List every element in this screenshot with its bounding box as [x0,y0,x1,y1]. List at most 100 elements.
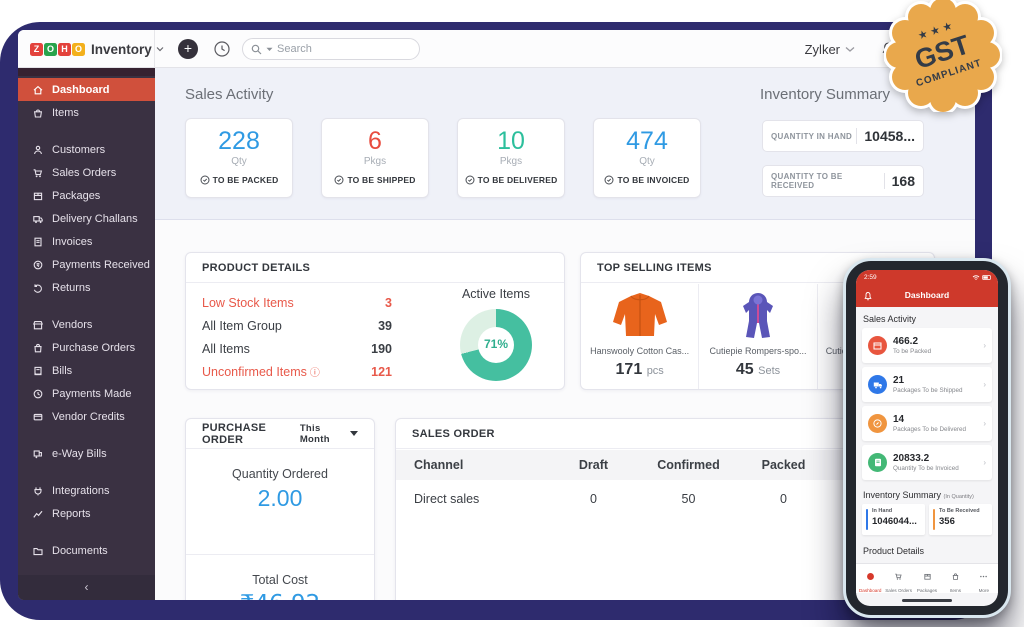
phone-metric-value: 466.2 [893,336,931,347]
sidebar-item-vendors[interactable]: Vendors [18,313,155,336]
pd-label: All Items [202,342,250,356]
sidebar-item-bills[interactable]: Bills [18,359,155,382]
dropdown-triangle-icon [350,431,358,436]
sidebar-item-label: Sales Orders [52,167,116,179]
phone-tab-items[interactable]: Items [941,564,969,593]
to-be-shipped-card[interactable]: 6 Pkgs TO BE SHIPPED [321,118,429,198]
status-circle-icon [465,175,475,185]
sidebar-item-label: Returns [52,282,91,294]
recent-history-icon[interactable] [212,39,232,59]
top-selling-item[interactable]: Hanswooly Cotton Cas... 171 pcs [581,284,699,390]
cell-draft: 0 [546,492,641,506]
sidebar-item-dashboard[interactable]: Dashboard [18,78,155,101]
compass-icon [868,414,887,433]
sidebar-item-vendor-credits[interactable]: Vendor Credits [18,405,155,428]
all-items-row[interactable]: All Items 190 [202,337,392,360]
phone-status-icons [972,274,992,280]
inv-label: QUANTITY TO BE RECEIVED [771,172,884,190]
logo-letter: O [72,43,85,56]
quick-create-button[interactable]: + [178,39,198,59]
phone-to-be-invoiced-card[interactable]: 20833.2Quantity To be Invoiced › [862,445,992,480]
col-confirmed: Confirmed [641,458,736,472]
mobile-phone-mockup: 2:59 Dashboard Sales Activity 466.2To be… [843,258,1011,618]
col-channel: Channel [396,458,546,472]
sidebar-item-label: Payments Made [52,388,131,400]
inv-value: 168 [884,173,915,189]
top-selling-item[interactable]: Cutiepie Rompers-spo... 45 Sets [699,284,817,390]
metric-value: 6 [322,127,428,156]
sidebar-item-label: Vendor Credits [52,411,125,423]
sidebar-item-purchase-orders[interactable]: Purchase Orders [18,336,155,359]
low-stock-items-row[interactable]: Low Stock Items3 [202,291,392,314]
unconfirmed-items-row[interactable]: Unconfirmed Itemsⓘ121 [202,360,392,383]
top-bar: Z O H O Inventory + Search Zylker [18,30,975,68]
all-item-group-row[interactable]: All Item Group39 [202,314,392,337]
chevron-down-icon[interactable] [156,45,164,53]
sidebar-item-documents[interactable]: Documents [18,539,155,562]
pd-value: 190 [371,342,392,356]
metric-label: TO BE DELIVERED [478,175,558,185]
sidebar-item-reports[interactable]: Reports [18,502,155,525]
sidebar-item-items[interactable]: Items [18,101,155,124]
chevron-right-icon: › [983,458,986,467]
inventory-summary-title: Inventory Summary [760,86,890,103]
purchase-order-card: PURCHASE ORDER This Month Quantity Order… [185,418,375,600]
chevron-right-icon: › [983,341,986,350]
search-input[interactable]: Search [242,38,420,60]
donut-percentage: 71% [460,337,532,351]
sidebar-item-customers[interactable]: Customers [18,138,155,161]
phone-in-hand-card[interactable]: In Hand 1046044... [862,504,925,535]
quantity-ordered-metric: Quantity Ordered 2.00 [186,449,374,554]
phone-tab-sales-orders[interactable]: Sales Orders [884,564,912,593]
quantity-to-be-received-box[interactable]: QUANTITY TO BE RECEIVED 168 [762,165,924,197]
pd-label: Unconfirmed Items [202,365,307,379]
phone-bell-icon[interactable] [863,289,873,307]
inv-label: QUANTITY IN HAND [771,132,856,141]
phone-inventory-summary-title: Inventory Summary (In Quantity) [863,490,974,500]
accent-bar [866,509,868,530]
phone-page-title: Dashboard [856,284,998,307]
metric-label: TO BE INVOICED [617,175,689,185]
sidebar-item-payments-made[interactable]: Payments Made [18,382,155,405]
info-icon[interactable]: ⓘ [310,368,320,379]
phone-tab-dashboard[interactable]: Dashboard [856,564,884,593]
metric-label: TO BE SHIPPED [347,175,415,185]
sidebar-item-eway-bills[interactable]: e-Way Bills [18,442,155,465]
phone-sales-activity-title: Sales Activity [863,314,916,324]
app-logo[interactable]: Z O H O Inventory [18,30,155,68]
phone-to-be-shipped-card[interactable]: 21Packages To be Shipped › [862,367,992,402]
quantity-in-hand-box[interactable]: QUANTITY IN HAND 10458... [762,120,924,152]
to-be-delivered-card[interactable]: 10 Pkgs TO BE DELIVERED [457,118,565,198]
cart-icon [32,167,44,179]
to-be-packed-card[interactable]: 228 Qty TO BE PACKED [185,118,293,198]
metric-unit: Pkgs [458,156,564,167]
sidebar-item-returns[interactable]: Returns [18,276,155,299]
sidebar-item-integrations[interactable]: Integrations [18,479,155,502]
sales-activity-title: Sales Activity [185,86,273,103]
logo-letter: H [58,43,71,56]
org-selector[interactable]: Zylker [805,30,855,68]
sidebar-item-label: Items [52,107,79,119]
sidebar-item-label: Dashboard [52,84,109,96]
sidebar-item-payments-received[interactable]: Payments Received [18,253,155,276]
phone-to-be-received-card[interactable]: To Be Received 356 [929,504,992,535]
sidebar-collapse-button[interactable]: ‹ [18,575,155,600]
package-icon [32,190,44,202]
sidebar-item-invoices[interactable]: Invoices [18,230,155,253]
to-be-invoiced-card[interactable]: 474 Qty TO BE INVOICED [593,118,701,198]
search-scope-chevron-icon[interactable] [266,47,273,52]
sidebar-item-sales-orders[interactable]: Sales Orders [18,161,155,184]
phone-to-be-delivered-card[interactable]: 14Packages To be Delivered › [862,406,992,441]
phone-tab-more[interactable]: More [970,564,998,593]
sidebar-item-label: Documents [52,545,108,557]
phone-home-indicator [902,599,952,602]
sidebar-item-packages[interactable]: Packages [18,184,155,207]
sidebar-item-delivery-challans[interactable]: Delivery Challans [18,207,155,230]
purchase-order-period-dropdown[interactable]: This Month [300,423,358,445]
total-cost-metric: Total Cost ₹46.92 [186,554,374,600]
phone-app-header: Dashboard [856,284,998,307]
phone-to-be-packed-card[interactable]: 466.2To be Packed › [862,328,992,363]
phone-tab-packages[interactable]: Packages [913,564,941,593]
active-items-donut-chart[interactable]: 71% [460,309,532,381]
sidebar-item-label: e-Way Bills [52,448,107,460]
